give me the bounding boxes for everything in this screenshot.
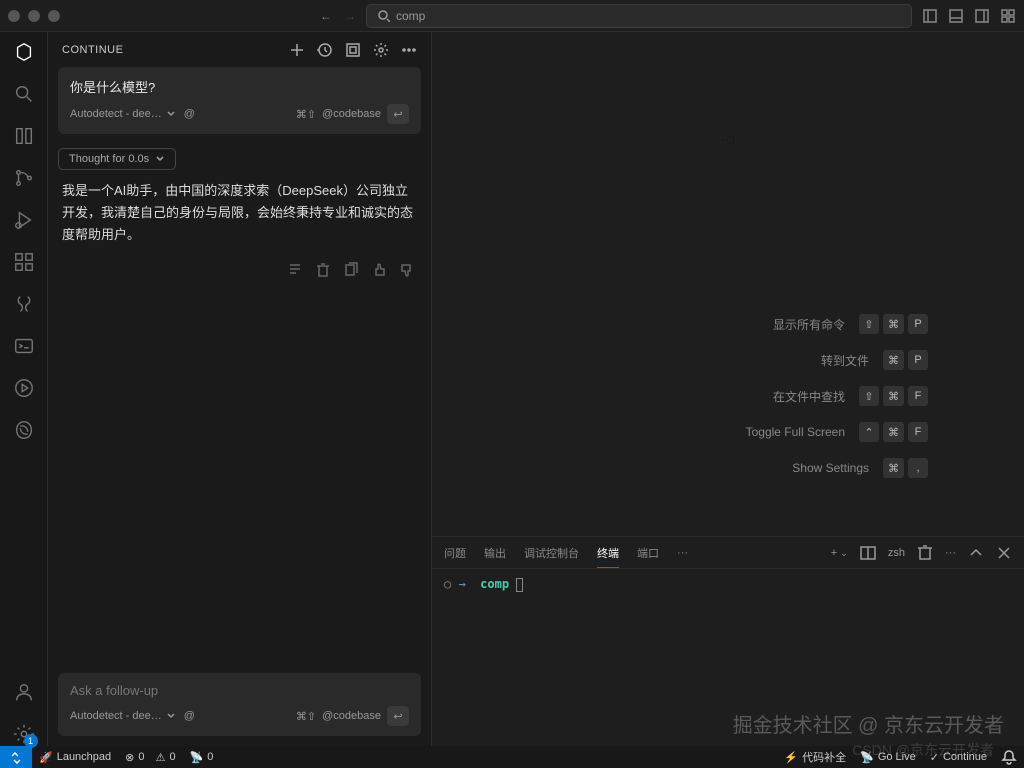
vscode-logo — [720, 132, 736, 148]
activity-run-icon[interactable] — [12, 376, 36, 400]
followup-shortcut: ⌘⇧ — [296, 710, 316, 723]
cmd-show-all: 显示所有命令⇧⌘P — [528, 314, 928, 334]
copy-icon[interactable] — [343, 262, 359, 278]
cmd-goto-file: 转到文件⌘P — [528, 350, 928, 370]
more-panels-icon[interactable]: ··· — [677, 547, 688, 559]
layout-panel-icon[interactable] — [948, 8, 964, 24]
chevron-down-icon — [166, 109, 176, 119]
tab-ports[interactable]: 端口 — [637, 545, 659, 561]
status-bar: 🚀Launchpad ⊗0 ⚠0 📡0 ⚡代码补全 📡Go Live ✓Cont… — [0, 746, 1024, 768]
search-text: comp — [396, 9, 425, 23]
thumbs-down-icon[interactable] — [399, 262, 415, 278]
panel-maximize-icon[interactable] — [968, 545, 984, 561]
gear-icon[interactable] — [373, 42, 389, 58]
chevron-down-icon — [166, 711, 176, 721]
user-question: 你是什么模型? — [70, 77, 409, 96]
status-continue[interactable]: ✓Continue — [923, 749, 994, 765]
max-dot[interactable] — [48, 10, 60, 22]
thumbs-up-icon[interactable] — [371, 262, 387, 278]
ai-response: 我是一个AI助手，由中国的深度求索（DeepSeek）公司独立开发，我清楚自己的… — [58, 180, 421, 246]
activity-extensions[interactable] — [12, 250, 36, 274]
followup-context[interactable]: @codebase — [322, 710, 381, 722]
tab-output[interactable]: 输出 — [484, 545, 506, 561]
history-icon[interactable] — [317, 42, 333, 58]
terminal-body[interactable]: ○ → comp — [432, 569, 1024, 746]
layout-customize-icon[interactable] — [1000, 8, 1016, 24]
at-icon[interactable]: @ — [184, 108, 195, 120]
tab-terminal[interactable]: 终端 — [597, 545, 619, 568]
shell-label[interactable]: zsh — [888, 547, 905, 559]
activity-terminal-icon[interactable] — [12, 334, 36, 358]
settings-badge: 1 — [24, 734, 38, 748]
nav-back-icon[interactable]: ← — [320, 9, 332, 23]
activity-continue[interactable] — [12, 40, 36, 64]
followup-model-selector[interactable]: Autodetect - dee… — [70, 710, 176, 722]
min-dot[interactable] — [28, 10, 40, 22]
context-tag[interactable]: @codebase — [322, 108, 381, 120]
status-launchpad[interactable]: 🚀Launchpad — [32, 751, 118, 764]
layout-secondary-icon[interactable] — [974, 8, 990, 24]
status-golive[interactable]: 📡Go Live — [853, 749, 923, 765]
editor-area: 显示所有命令⇧⌘P 转到文件⌘P 在文件中查找⇧⌘F Toggle Full S… — [432, 32, 1024, 746]
new-terminal-icon[interactable]: + ⌄ — [831, 547, 848, 559]
remote-indicator[interactable] — [0, 746, 32, 768]
followup-input[interactable]: Ask a follow-up — [70, 683, 409, 698]
welcome-commands: 显示所有命令⇧⌘P 转到文件⌘P 在文件中查找⇧⌘F Toggle Full S… — [528, 314, 928, 494]
panel-close-icon[interactable] — [996, 545, 1012, 561]
split-terminal-icon[interactable] — [860, 545, 876, 561]
activity-search[interactable] — [12, 82, 36, 106]
nav-fwd-icon[interactable]: → — [344, 9, 356, 23]
status-notifications[interactable] — [994, 749, 1024, 765]
panel-more-icon[interactable]: ··· — [945, 547, 956, 559]
insert-icon[interactable] — [287, 262, 303, 278]
titlebar: ← → comp — [0, 0, 1024, 32]
activity-account[interactable] — [12, 680, 36, 704]
followup-send-button[interactable]: ↩ — [387, 706, 409, 726]
window-controls — [8, 10, 60, 22]
at-icon[interactable]: @ — [184, 710, 195, 722]
status-problems[interactable]: ⊗0 ⚠0 — [118, 751, 182, 764]
send-button[interactable]: ↩ — [387, 104, 409, 124]
delete-icon[interactable] — [315, 262, 331, 278]
response-actions — [58, 262, 421, 278]
cmd-fullscreen: Toggle Full Screen⌃⌘F — [528, 422, 928, 442]
layout-primary-icon[interactable] — [922, 8, 938, 24]
command-center[interactable]: comp — [366, 4, 912, 28]
chevron-down-icon — [155, 154, 165, 164]
activity-openai-icon[interactable] — [12, 418, 36, 442]
user-message: 你是什么模型? Autodetect - dee… @ ⌘⇧ @codebase… — [58, 67, 421, 134]
activity-s-icon[interactable] — [12, 292, 36, 316]
activity-scm[interactable] — [12, 166, 36, 190]
followup-box: Ask a follow-up Autodetect - dee… @ ⌘⇧ @… — [58, 673, 421, 736]
status-ports[interactable]: 📡0 — [183, 751, 221, 764]
search-icon — [377, 9, 390, 22]
activity-bar: 1 — [0, 32, 48, 746]
shortcut-hint: ⌘⇧ — [296, 108, 316, 121]
bottom-panel: 问题 输出 调试控制台 终端 端口 ··· + ⌄ zsh ··· ○ — [432, 536, 1024, 746]
more-icon[interactable] — [401, 42, 417, 58]
close-dot[interactable] — [8, 10, 20, 22]
status-code-complete[interactable]: ⚡代码补全 — [777, 749, 853, 765]
sidebar-title: CONTINUE — [62, 44, 123, 56]
thought-chip[interactable]: Thought for 0.0s — [58, 148, 176, 170]
kill-terminal-icon[interactable] — [917, 545, 933, 561]
continue-sidebar: CONTINUE 你是什么模型? Autodetect - dee… @ — [48, 32, 432, 746]
model-selector[interactable]: Autodetect - dee… — [70, 108, 176, 120]
activity-debug[interactable] — [12, 208, 36, 232]
activity-explorer[interactable] — [12, 124, 36, 148]
new-chat-icon[interactable] — [289, 42, 305, 58]
select-icon[interactable] — [345, 42, 361, 58]
tab-debug-console[interactable]: 调试控制台 — [524, 545, 579, 561]
cmd-find-in-files: 在文件中查找⇧⌘F — [528, 386, 928, 406]
tab-problems[interactable]: 问题 — [444, 545, 466, 561]
cmd-settings: Show Settings⌘, — [528, 458, 928, 478]
